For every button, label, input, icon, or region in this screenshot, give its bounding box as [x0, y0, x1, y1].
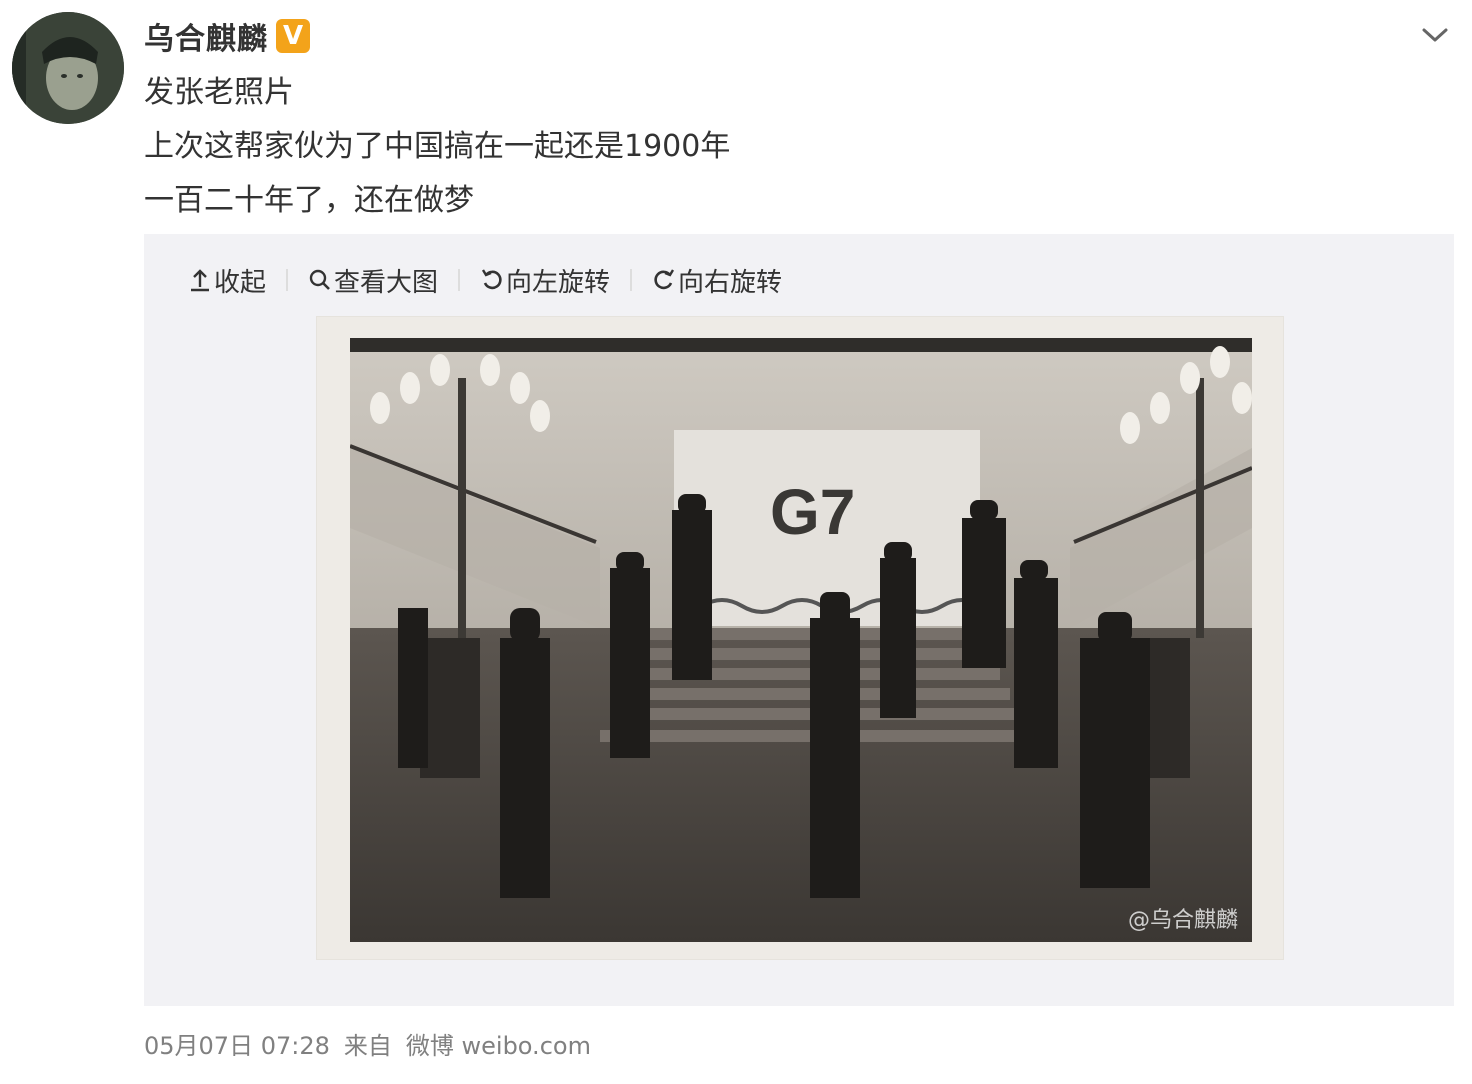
post-header: 乌合麒麟 V	[144, 14, 310, 58]
verified-badge-icon: V	[276, 19, 310, 53]
collapse-label: 收起	[214, 267, 267, 298]
rotate-right-button[interactable]: 向右旋转	[652, 262, 782, 299]
rotate-right-label: 向右旋转	[678, 267, 783, 298]
rotate-left-label: 向左旋转	[506, 267, 611, 298]
chevron-down-icon[interactable]	[1416, 18, 1454, 52]
username[interactable]: 乌合麒麟	[144, 14, 268, 58]
avatar-image	[12, 12, 124, 124]
post-text-line: 发张老照片	[144, 75, 294, 110]
post-source[interactable]: 微博 weibo.com	[406, 1032, 591, 1060]
collapse-button[interactable]: 收起	[188, 262, 266, 299]
view-large-label: 查看大图	[334, 267, 439, 298]
media-expanded-panel: 收起 查看大图 向左旋转 向右旋转 G7 @乌合麒麟	[144, 234, 1454, 1006]
view-large-button[interactable]: 查看大图	[308, 262, 438, 299]
avatar[interactable]	[12, 12, 124, 124]
rotate-left-icon	[482, 269, 502, 290]
post-footer: 05月07日 07:28 来自 微博 weibo.com	[144, 1026, 605, 1061]
rotate-right-icon	[654, 269, 675, 290]
post-text-line: 一百二十年了，还在做梦	[144, 183, 474, 218]
post-image[interactable]: G7 @乌合麒麟	[316, 316, 1284, 960]
image-watermark: @乌合麒麟	[1127, 908, 1238, 933]
upload-arrow-icon	[191, 269, 209, 292]
toolbar-divider	[286, 269, 289, 291]
post-text: 发张老照片 上次这帮家伙为了中国搞在一起还是1900年 一百二十年了，还在做梦	[144, 66, 730, 228]
toolbar-divider	[630, 269, 633, 291]
post-text-line: 上次这帮家伙为了中国搞在一起还是1900年	[144, 129, 731, 164]
image-content: G7 @乌合麒麟	[350, 338, 1252, 942]
toolbar-divider	[458, 269, 461, 291]
g7-sign-text: G7	[770, 476, 855, 548]
post-timestamp[interactable]: 05月07日 07:28	[144, 1032, 330, 1060]
media-toolbar: 收起 查看大图 向左旋转 向右旋转	[188, 260, 782, 300]
source-prefix: 来自	[343, 1032, 392, 1060]
rotate-left-button[interactable]: 向左旋转	[480, 262, 610, 299]
search-icon	[309, 269, 330, 290]
